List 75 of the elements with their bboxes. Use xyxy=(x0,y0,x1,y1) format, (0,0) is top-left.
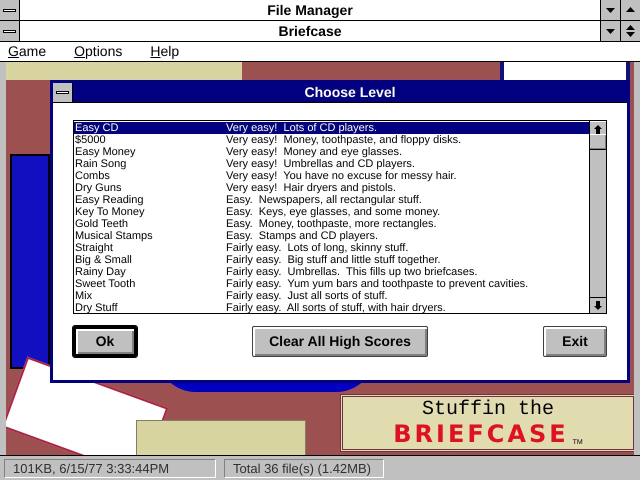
level-description: Fairly easy. Big stuff and little stuff together. xyxy=(226,254,441,266)
menu-item[interactable]: Options xyxy=(74,41,122,62)
level-name: Rain Song xyxy=(74,158,128,170)
level-description: Fairly easy. Yum yum bars and toothpaste to prevent cavities. xyxy=(226,278,528,290)
level-description: Easy. Keys, eye glasses, and some money. xyxy=(226,206,440,218)
level-name: $5000 xyxy=(74,134,107,146)
dialog-button[interactable]: Exit xyxy=(542,326,607,357)
level-row[interactable]: Combs Very easy! You have no excuse for messy hair. xyxy=(74,170,589,182)
scroll-down-button[interactable] xyxy=(590,297,606,313)
level-name: Mix xyxy=(74,290,94,302)
level-name: Musical Stamps xyxy=(74,230,154,242)
level-row[interactable]: Big & Small Fairly easy. Big stuff and little stuff together. xyxy=(74,254,589,266)
dialog-button[interactable]: Ok xyxy=(73,326,137,357)
level-name: Dry Guns xyxy=(74,182,122,194)
level-row[interactable]: Musical Stamps Easy. Stamps and CD players. xyxy=(74,230,589,242)
logo-wordmark: BRIEFCASE xyxy=(393,421,569,447)
level-name: Easy Money xyxy=(74,146,137,158)
level-row[interactable]: Rain Song Very easy! Umbrellas and CD players. xyxy=(74,158,589,170)
level-description: Easy. Newspapers, all rectangular stuff. xyxy=(226,194,422,206)
window-title: File Manager xyxy=(266,1,354,20)
status-selection: 101KB, 6/15/77 3:33:44PM xyxy=(4,458,216,478)
level-row[interactable]: Straight Fairly easy. Lots of long, skinny stuff. xyxy=(74,242,589,254)
level-description: Very easy! You have no excuse for messy hair. xyxy=(226,170,457,182)
level-description: Very easy! Umbrellas and CD players. xyxy=(226,158,415,170)
level-description: Fairly easy. Just all sorts of stuff. xyxy=(226,290,388,302)
level-description: Fairly easy. Lots of long, skinny stuff. xyxy=(226,242,408,254)
level-description: Very easy! Hair dryers and pistols. xyxy=(226,182,396,194)
logo-title: Stuffin the xyxy=(422,399,554,421)
system-menu-button[interactable] xyxy=(53,83,73,102)
level-row[interactable]: Gold Teeth Easy. Money, toothpaste, more rectangles. xyxy=(74,218,589,230)
level-row[interactable]: Easy Reading Easy. Newspapers, all rectangular stuff. xyxy=(74,194,589,206)
status-totals: Total 36 file(s) (1.42MB) xyxy=(224,458,384,478)
level-name: Easy CD xyxy=(74,122,120,134)
level-description: Very easy! Lots of CD players. xyxy=(226,122,378,134)
level-name: Easy Reading xyxy=(74,194,144,206)
level-row[interactable]: Mix Fairly easy. Just all sorts of stuff. xyxy=(74,290,589,302)
down-arrow-icon xyxy=(594,301,602,310)
level-row[interactable]: Dry Guns Very easy! Hair dryers and pistols. xyxy=(74,182,589,194)
minimize-button[interactable] xyxy=(600,0,620,20)
scroll-bar[interactable] xyxy=(589,121,606,313)
level-row[interactable]: Easy CD Very easy! Lots of CD players. xyxy=(74,122,589,134)
level-description: Very easy! Money, toothpaste, and floppy disks. xyxy=(226,134,462,146)
level-row[interactable]: Sweet Tooth Fairly easy. Yum yum bars and toothpaste to prevent cavities. xyxy=(74,278,589,290)
level-row[interactable]: Dry Stuff Fairly easy. All sorts of stuff, with hair dryers. xyxy=(74,302,589,314)
menu-item[interactable]: Help xyxy=(150,41,180,62)
level-name: Rainy Day xyxy=(74,266,127,278)
level-row[interactable]: Easy Money Very easy! Money and eye glasses. xyxy=(74,146,589,158)
level-list[interactable] xyxy=(74,121,589,313)
level-description: Fairly easy. Umbrellas. This fills up two briefcases. xyxy=(226,266,478,278)
system-menu-button[interactable] xyxy=(0,21,20,41)
level-description: Easy. Stamps and CD players. xyxy=(226,230,378,242)
minimize-button[interactable] xyxy=(600,21,620,41)
level-description: Very easy! Money and eye glasses. xyxy=(226,146,402,158)
level-row[interactable]: $5000 Very easy! Money, toothpaste, and floppy disks. xyxy=(74,134,589,146)
level-name: Sweet Tooth xyxy=(74,278,136,290)
level-description: Fairly easy. All sorts of stuff, with hair dryers. xyxy=(226,302,446,314)
level-name: Gold Teeth xyxy=(74,218,130,230)
level-name: Dry Stuff xyxy=(74,302,119,314)
level-name: Key To Money xyxy=(74,206,146,218)
up-down-arrows-icon xyxy=(626,25,635,37)
restore-button[interactable] xyxy=(620,21,640,41)
system-menu-button[interactable] xyxy=(0,0,20,20)
scroll-thumb[interactable] xyxy=(590,134,606,150)
dialog-button[interactable]: Clear All High Scores xyxy=(252,326,428,357)
up-arrow-icon xyxy=(594,124,602,134)
dialog-title: Choose Level xyxy=(303,83,397,102)
menu-item[interactable]: Game xyxy=(8,41,46,62)
level-row[interactable]: Rainy Day Fairly easy. Umbrellas. This fills up two briefcases. xyxy=(74,266,589,278)
window-title: Briefcase xyxy=(277,22,343,41)
maximize-button[interactable] xyxy=(620,0,640,20)
level-name: Big & Small xyxy=(74,254,133,266)
level-description: Easy. Money, toothpaste, more rectangles. xyxy=(226,218,437,230)
level-row[interactable]: Key To Money Easy. Keys, eye glasses, and some money. xyxy=(74,206,589,218)
level-name: Combs xyxy=(74,170,111,182)
level-name: Straight xyxy=(74,242,114,254)
